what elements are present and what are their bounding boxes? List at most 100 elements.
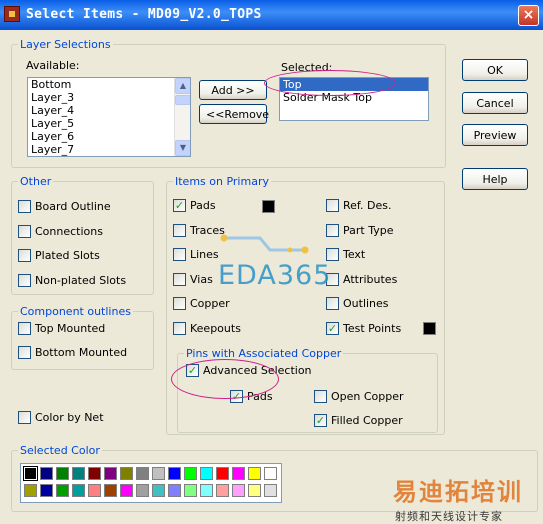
palette-color-cell[interactable] xyxy=(216,467,229,480)
palette-color-cell[interactable] xyxy=(72,484,85,497)
layer-selections-group: Layer Selections Available: Bottom Layer_… xyxy=(11,38,446,168)
palette-color-cell[interactable] xyxy=(200,484,213,497)
palette-color-cell[interactable] xyxy=(23,466,38,481)
part-type-label: Part Type xyxy=(343,223,394,237)
available-listbox[interactable]: Bottom Layer_3 Layer_4 Layer_5 Layer_6 Layer_… xyxy=(27,77,191,157)
lines-label: Lines xyxy=(190,248,219,261)
checkbox-box[interactable] xyxy=(326,199,339,212)
palette-color-cell[interactable] xyxy=(56,484,69,497)
palette-color-cell[interactable] xyxy=(104,467,117,480)
palette-color-cell[interactable] xyxy=(152,467,165,480)
available-item[interactable]: Layer_3 xyxy=(28,91,190,104)
checkbox-box[interactable]: ✓ xyxy=(326,321,339,335)
pads-color-swatch[interactable] xyxy=(262,200,275,213)
selected-color-legend: Selected Color xyxy=(18,444,102,457)
checkbox-box[interactable] xyxy=(326,223,339,237)
palette-color-cell[interactable] xyxy=(200,467,213,480)
checkbox-box[interactable]: ✓ xyxy=(314,414,327,427)
component-outlines-legend: Component outlines xyxy=(18,305,133,318)
copper-label: Copper xyxy=(190,297,230,310)
vias-label: Vias xyxy=(190,272,213,286)
checkbox-box[interactable] xyxy=(173,223,186,237)
palette-color-cell[interactable] xyxy=(168,484,181,497)
available-label: Available: xyxy=(26,59,80,72)
palette-color-cell[interactable] xyxy=(184,467,197,480)
color-by-net-label: Color by Net xyxy=(35,411,104,424)
palette-color-cell[interactable] xyxy=(40,467,53,480)
available-scrollbar[interactable]: ▲ ▼ xyxy=(174,78,190,156)
palette-color-cell[interactable] xyxy=(232,484,245,497)
checkbox-box[interactable] xyxy=(18,249,31,262)
dialog-body: Layer Selections Available: Bottom Layer_… xyxy=(3,30,540,524)
checkbox-box[interactable] xyxy=(18,411,31,424)
palette-color-cell[interactable] xyxy=(184,484,197,497)
scroll-up-icon[interactable]: ▲ xyxy=(175,78,190,94)
remove-button[interactable]: <<Remove xyxy=(199,104,269,124)
palette-color-cell[interactable] xyxy=(152,484,165,497)
checkbox-box[interactable] xyxy=(173,248,186,261)
cancel-button[interactable]: Cancel xyxy=(462,92,528,114)
ref-des-label: Ref. Des. xyxy=(343,199,392,212)
checkbox-box[interactable] xyxy=(173,272,186,286)
available-item[interactable]: Layer_5 xyxy=(28,117,190,130)
available-item[interactable]: Layer_4 xyxy=(28,104,190,117)
checkbox-box[interactable] xyxy=(18,346,31,359)
attributes-label: Attributes xyxy=(343,272,398,286)
palette-color-cell[interactable] xyxy=(248,484,261,497)
other-legend: Other xyxy=(18,175,54,188)
close-button[interactable]: × xyxy=(518,5,539,26)
title-bar: Select Items - MD09_V2.0_TOPS × xyxy=(0,0,543,30)
palette-color-cell[interactable] xyxy=(264,484,277,497)
palette-color-cell[interactable] xyxy=(24,484,37,497)
scroll-down-icon[interactable]: ▼ xyxy=(175,140,190,156)
available-item[interactable]: Layer_6 xyxy=(28,130,190,143)
checkbox-box[interactable] xyxy=(173,321,186,335)
checkbox-box[interactable] xyxy=(173,297,186,310)
palette-color-cell[interactable] xyxy=(88,484,101,497)
checkbox-box[interactable] xyxy=(18,322,31,335)
filled-copper-label: Filled Copper xyxy=(331,414,403,427)
palette-color-cell[interactable] xyxy=(216,484,229,497)
annotation-ellipse-advanced xyxy=(171,359,279,399)
palette-color-cell[interactable] xyxy=(56,467,69,480)
palette-color-cell[interactable] xyxy=(168,467,181,480)
available-item[interactable]: Bottom xyxy=(28,78,190,91)
add-button[interactable]: Add >> xyxy=(199,80,267,100)
open-copper-label: Open Copper xyxy=(331,390,404,403)
palette-color-cell[interactable] xyxy=(104,484,117,497)
palette-color-cell[interactable] xyxy=(72,467,85,480)
checkbox-box[interactable] xyxy=(18,224,31,238)
layer-selections-legend: Layer Selections xyxy=(18,38,113,51)
checkbox-box[interactable] xyxy=(326,297,339,310)
help-button[interactable]: Help xyxy=(462,168,528,190)
ok-button[interactable]: OK xyxy=(462,59,528,81)
pcb-trace-logo xyxy=(220,234,309,254)
preview-button[interactable]: Preview xyxy=(462,124,528,146)
non-plated-slots-label: Non-plated Slots xyxy=(35,273,127,287)
palette-color-cell[interactable] xyxy=(136,484,149,497)
palette-color-cell[interactable] xyxy=(136,467,149,480)
palette-color-cell[interactable] xyxy=(40,484,53,497)
window-title: Select Items - MD09_V2.0_TOPS xyxy=(26,7,262,22)
checkbox-box[interactable]: ✓ xyxy=(173,199,186,212)
palette-color-cell[interactable] xyxy=(232,467,245,480)
plated-slots-label: Plated Slots xyxy=(35,249,100,262)
testpoints-color-swatch[interactable] xyxy=(423,322,436,335)
pads-label: Pads xyxy=(190,199,216,212)
palette-color-cell[interactable] xyxy=(88,467,101,480)
watermark-eda365: EDA365 xyxy=(218,260,332,291)
color-palette xyxy=(20,463,282,503)
palette-color-cell[interactable] xyxy=(248,467,261,480)
palette-color-cell[interactable] xyxy=(264,467,277,480)
checkbox-box[interactable] xyxy=(314,390,327,403)
palette-color-cell[interactable] xyxy=(120,484,133,497)
palette-color-cell[interactable] xyxy=(120,467,133,480)
connections-label: Connections xyxy=(35,224,103,238)
test-points-label: Test Points xyxy=(343,321,402,335)
scroll-thumb[interactable] xyxy=(175,95,190,105)
available-item[interactable]: Layer_7 xyxy=(28,143,190,156)
app-icon xyxy=(4,6,20,22)
checkbox-box[interactable] xyxy=(18,200,31,213)
checkbox-box[interactable] xyxy=(18,273,31,287)
pins-copper-legend: Pins with Associated Copper xyxy=(184,347,344,360)
